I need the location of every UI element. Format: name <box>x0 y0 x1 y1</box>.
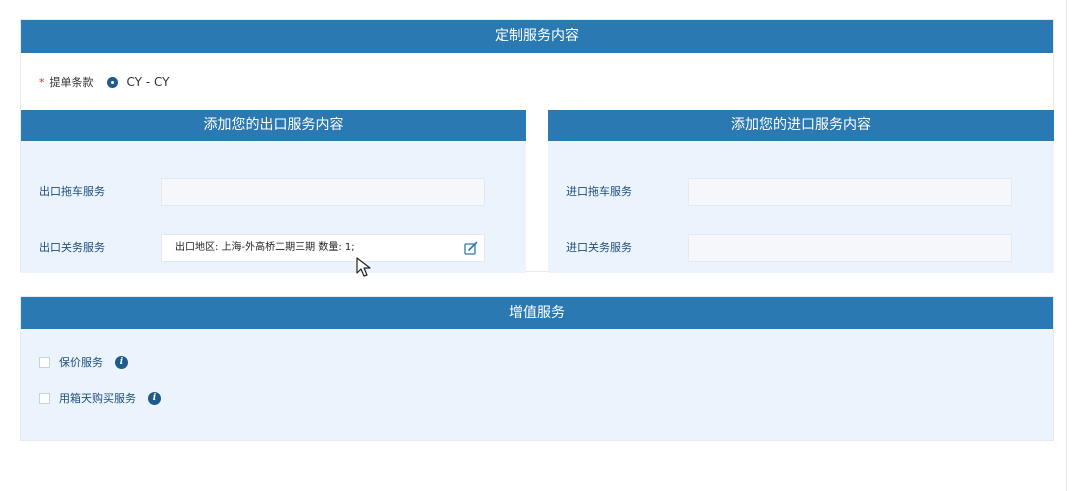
value-added-section: 增值服务 保价服务 i 用箱天购买服务 i <box>20 296 1054 441</box>
edit-icon[interactable] <box>464 241 478 255</box>
custom-service-title: 定制服务内容 <box>21 20 1053 53</box>
container-days-label[interactable]: 用箱天购买服务 <box>59 390 136 406</box>
export-trailer-row: 出口拖车服务 <box>21 178 526 206</box>
import-trailer-field[interactable] <box>688 178 1012 206</box>
page-edge-divider <box>1066 0 1067 491</box>
bill-of-lading-terms: * 提单条款 CY - CY <box>39 74 169 90</box>
import-trailer-label: 进口拖车服务 <box>566 185 632 198</box>
mouse-pointer-icon <box>356 257 371 277</box>
container-days-checkbox[interactable] <box>39 392 50 404</box>
value-added-title: 增值服务 <box>21 297 1053 329</box>
export-customs-label: 出口关务服务 <box>39 241 105 254</box>
import-service-panel: 添加您的进口服务内容 进口拖车服务 进口关务服务 <box>548 110 1054 273</box>
info-icon[interactable]: i <box>115 355 128 369</box>
insurance-label[interactable]: 保价服务 <box>59 354 103 370</box>
import-trailer-row: 进口拖车服务 <box>548 178 1054 206</box>
export-service-panel: 添加您的出口服务内容 出口拖车服务 出口关务服务 出口地区: 上海-外高桥二期三… <box>21 110 526 273</box>
export-customs-row: 出口关务服务 出口地区: 上海-外高桥二期三期 数量: 1; <box>21 234 526 262</box>
import-customs-label: 进口关务服务 <box>566 241 632 254</box>
terms-label: 提单条款 <box>49 76 94 89</box>
import-customs-row: 进口关务服务 <box>548 234 1054 262</box>
export-customs-field[interactable]: 出口地区: 上海-外高桥二期三期 数量: 1; <box>161 234 485 262</box>
export-customs-value: 出口地区: 上海-外高桥二期三期 数量: 1; <box>175 242 355 253</box>
info-icon[interactable]: i <box>148 391 161 405</box>
export-trailer-label: 出口拖车服务 <box>39 185 105 198</box>
required-mark: * <box>39 75 45 89</box>
terms-option-label[interactable]: CY - CY <box>127 75 170 89</box>
insurance-option: 保价服务 i <box>39 354 128 370</box>
insurance-checkbox[interactable] <box>39 356 50 368</box>
export-panel-title: 添加您的出口服务内容 <box>21 110 526 141</box>
custom-service-section: 定制服务内容 * 提单条款 CY - CY 添加您的出口服务内容 出口拖车服务 … <box>20 19 1054 273</box>
export-trailer-field[interactable] <box>161 178 485 206</box>
terms-radio-selected[interactable] <box>106 76 118 88</box>
container-days-option: 用箱天购买服务 i <box>39 390 161 406</box>
import-customs-field[interactable] <box>688 234 1012 262</box>
import-panel-title: 添加您的进口服务内容 <box>548 110 1054 141</box>
